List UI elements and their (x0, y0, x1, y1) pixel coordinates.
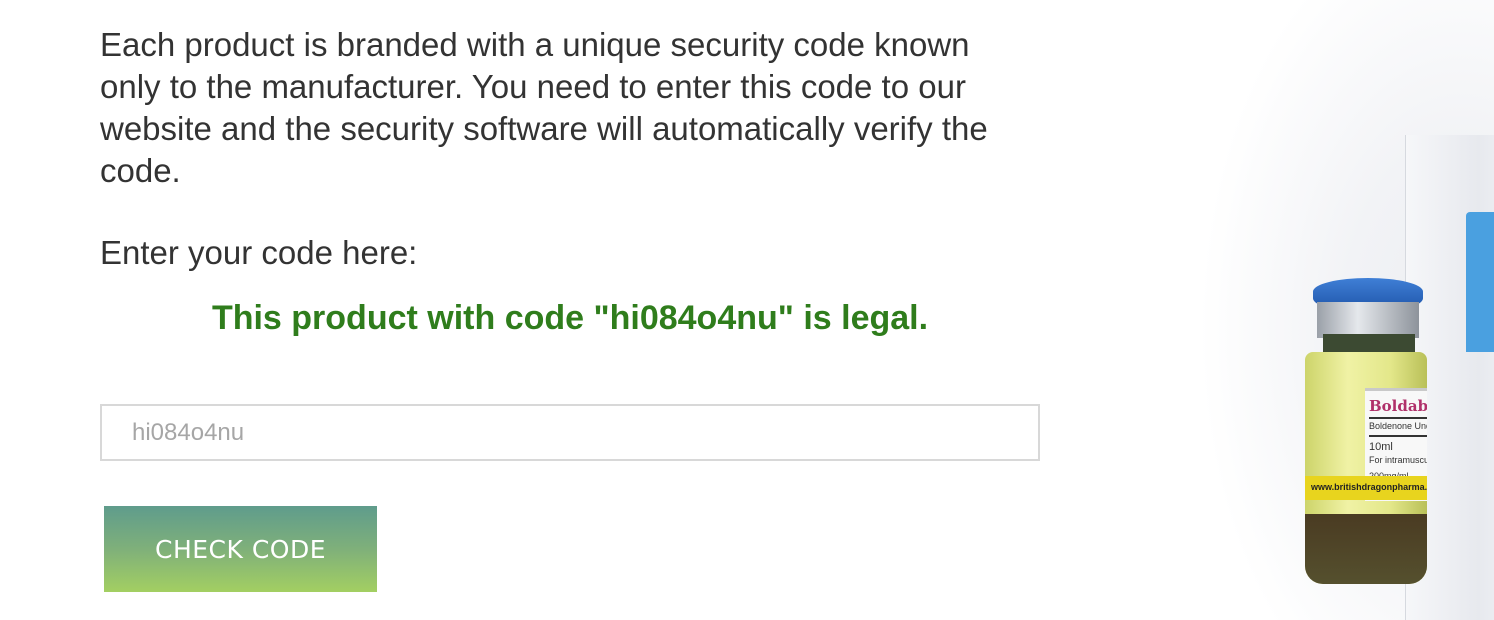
product-vial: Boldabol Boldenone Undecylenate 10ml For… (1305, 278, 1430, 588)
vial-crimp (1317, 302, 1419, 338)
code-verification-page: Each product is branded with a unique se… (0, 0, 1494, 620)
packet-blue-strip (1466, 212, 1494, 352)
vial-website-band: www.britishdragonpharma.com (1305, 476, 1427, 500)
vial-label-rule (1369, 417, 1427, 419)
verification-content: Each product is branded with a unique se… (100, 24, 1060, 340)
verification-result-message: This product with code "hi084o4nu" is le… (211, 299, 929, 337)
vial-website: www.britishdragonpharma.com (1311, 482, 1427, 492)
vial-brand: Boldabol (1369, 397, 1427, 415)
intro-text: Each product is branded with a unique se… (100, 26, 988, 189)
vial-subtitle: Boldenone Undecylenate (1369, 421, 1427, 431)
vial-volume: 10ml (1369, 441, 1393, 453)
code-prompt-label: Enter your code here: (100, 234, 418, 271)
vial-body: Boldabol Boldenone Undecylenate 10ml For… (1305, 352, 1427, 584)
check-code-button[interactable]: CHECK CODE (104, 506, 377, 592)
vial-label-rule (1369, 435, 1427, 437)
vial-bottom (1305, 514, 1427, 584)
security-code-input[interactable] (100, 404, 1040, 461)
product-photo: Boldabol Boldenone Undecylenate 10ml For… (1100, 0, 1494, 620)
vial-route: For intramuscular use (1369, 455, 1427, 465)
